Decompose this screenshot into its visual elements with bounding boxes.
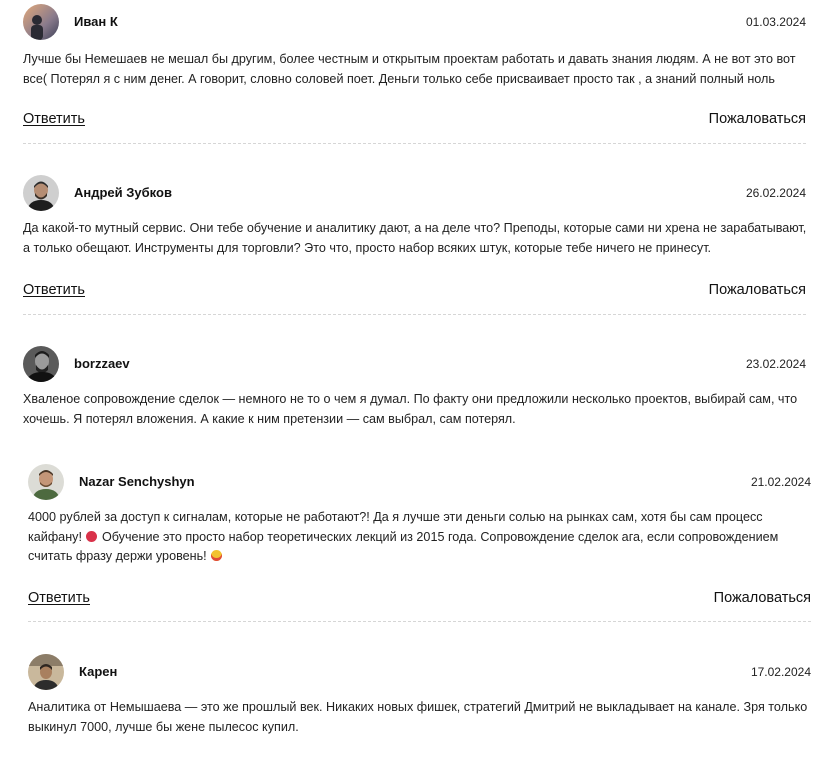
divider (28, 621, 811, 622)
report-button[interactable]: Пожаловаться (709, 110, 806, 128)
avatar-photo-icon (23, 175, 59, 211)
divider (23, 143, 806, 144)
review-date: 01.03.2024 (745, 15, 806, 29)
review-text: Аналитика от Немышаева — это же прошлый … (28, 700, 808, 734)
avatar[interactable] (28, 464, 64, 500)
avatar-photo-icon (28, 654, 64, 690)
author-name: borzzaev (74, 356, 130, 371)
review-text-part: Обучение это просто набор теоретических … (28, 529, 779, 564)
avatar[interactable] (23, 4, 59, 40)
reply-button[interactable]: Ответить (23, 110, 85, 128)
review-text: Да какой-то мутный сервис. Они тебе обуч… (23, 221, 807, 255)
avatar-photo-icon (23, 346, 59, 382)
review-text: 4000 рублей за доступ к сигналам, которы… (28, 508, 808, 567)
avatar[interactable] (28, 654, 64, 690)
review-text: Лучше бы Немешаев не мешал бы другим, бо… (23, 52, 796, 86)
clown-face-emoji-icon (211, 550, 223, 561)
report-button[interactable]: Пожаловаться (709, 281, 806, 299)
reply-button[interactable]: Ответить (28, 589, 90, 607)
avatar-photo-icon (23, 4, 59, 40)
review-text: Хваленое сопровождение сделок — немного … (23, 392, 798, 426)
review-date: 26.02.2024 (745, 186, 806, 200)
angry-face-emoji-icon (86, 530, 98, 542)
reply-button[interactable]: Ответить (23, 281, 85, 299)
review-date: 21.02.2024 (750, 475, 811, 489)
divider (23, 314, 806, 315)
review-date: 23.02.2024 (745, 357, 806, 371)
author-name: Андрей Зубков (74, 185, 172, 200)
author-name: Иван К (74, 14, 118, 29)
author-name: Nazar Senchyshyn (79, 474, 195, 489)
author-name: Карен (79, 664, 118, 679)
avatar-photo-icon (28, 464, 64, 500)
avatar[interactable] (23, 175, 59, 211)
report-button[interactable]: Пожаловаться (714, 589, 811, 607)
avatar[interactable] (23, 346, 59, 382)
review-date: 17.02.2024 (750, 665, 811, 679)
